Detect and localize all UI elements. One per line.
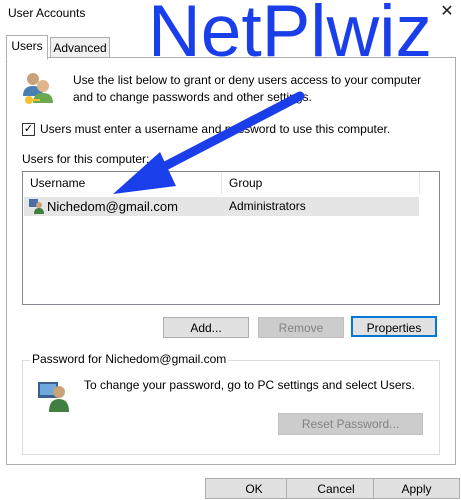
annotation-arrow-icon <box>113 91 305 194</box>
tab-users[interactable]: Users <box>6 35 48 60</box>
